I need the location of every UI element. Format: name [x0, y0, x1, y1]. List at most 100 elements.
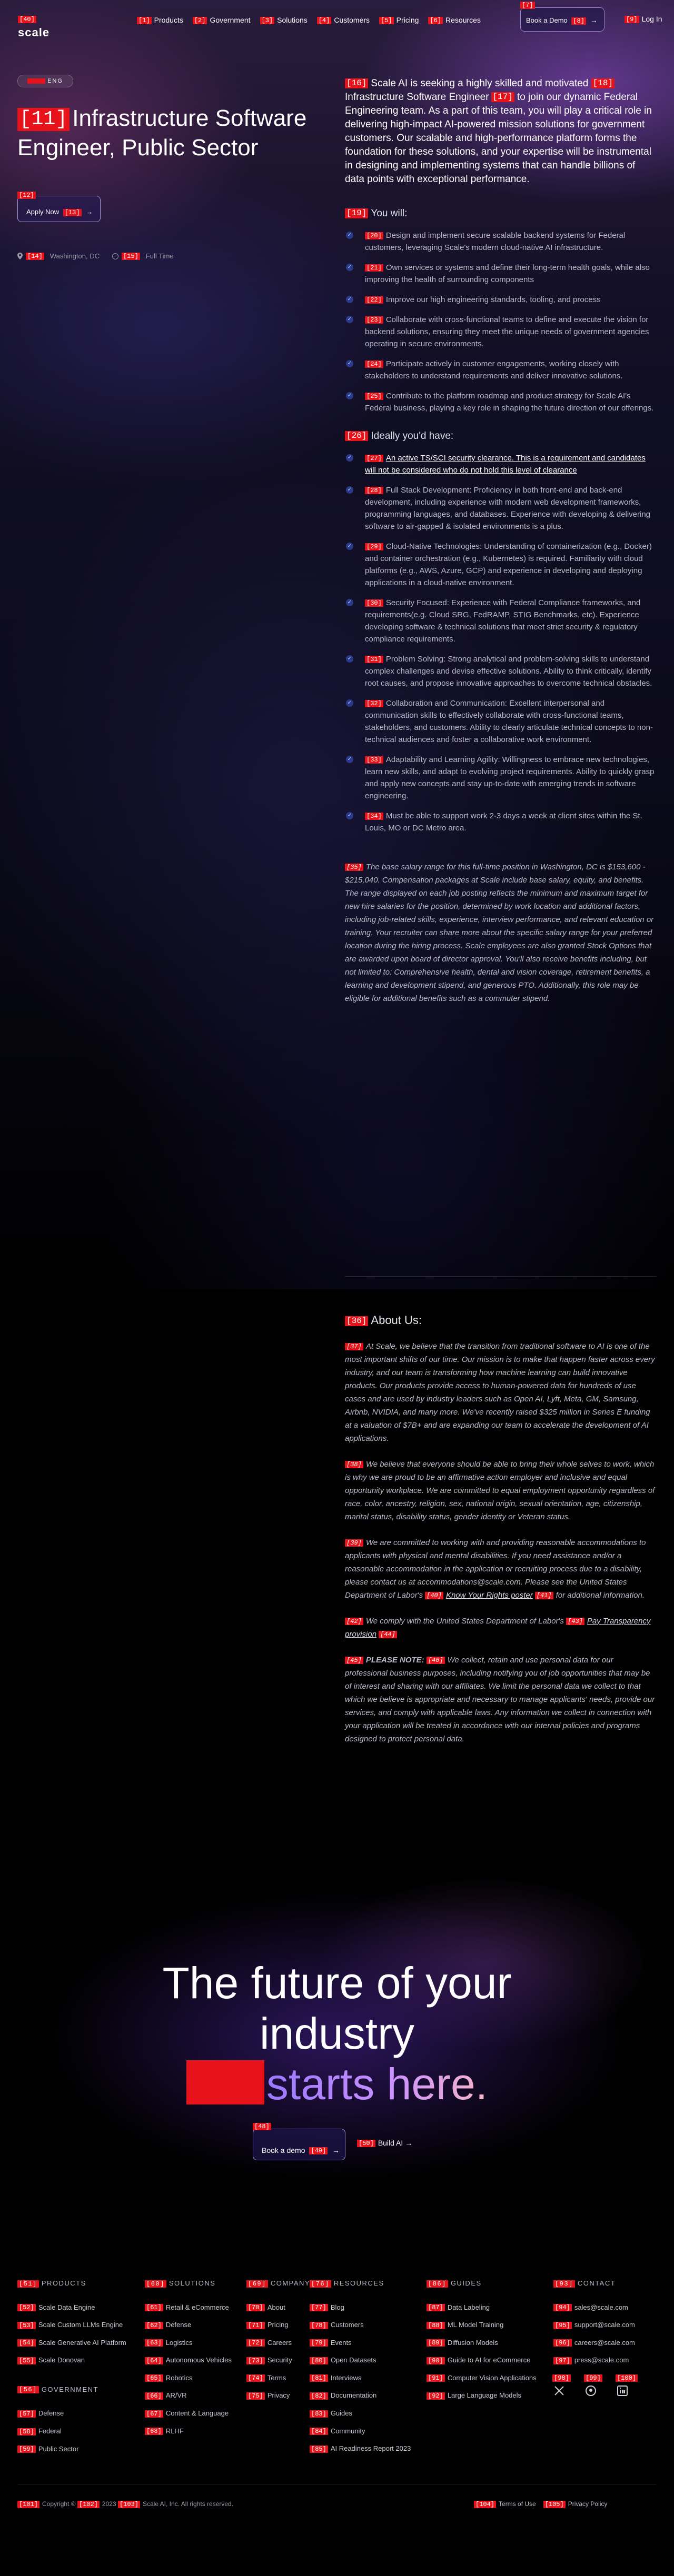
- footer-link[interactable]: [58] Federal: [17, 2427, 126, 2435]
- check-icon: ✓: [346, 232, 353, 239]
- check-icon: ✓: [346, 655, 353, 663]
- nav-government[interactable]: [2] Government: [192, 16, 251, 25]
- element-tag: [48]: [253, 2123, 271, 2130]
- element-tag: [79]: [310, 2339, 328, 2347]
- footer-link[interactable]: [81] Interviews: [310, 2374, 411, 2382]
- heading-text: PRODUCTS: [41, 2279, 86, 2287]
- link-text: Public Sector: [38, 2444, 79, 2453]
- paragraph-text: We believe that everyone should be able …: [345, 1460, 655, 1521]
- footer-link[interactable]: [63] Logistics: [145, 2339, 232, 2347]
- book-demo-button[interactable]: [7] Book a Demo [8] →: [520, 2, 604, 32]
- link-text: Scale Data Engine: [38, 2303, 95, 2311]
- login-label: Log In: [641, 15, 662, 23]
- check-icon: ✓: [346, 264, 353, 271]
- element-tag: [76]: [310, 2280, 331, 2288]
- footer-link[interactable]: [65] Robotics: [145, 2374, 232, 2382]
- footer-link[interactable]: [59] Public Sector: [17, 2445, 126, 2453]
- footer-link[interactable]: [77] Blog: [310, 2303, 411, 2312]
- nav-products[interactable]: [1] Products: [137, 16, 183, 25]
- footer-link[interactable]: [55] Scale Donovan: [17, 2356, 126, 2364]
- footer-email-link[interactable]: [95] support@scale.com: [553, 2321, 635, 2329]
- nav-customers[interactable]: [4] Customers: [316, 15, 370, 25]
- about-paragraph: [42] We comply with the United States Dep…: [345, 1615, 657, 1641]
- badge-label: ENG: [47, 78, 63, 84]
- nav-label: Customers: [334, 15, 370, 24]
- footer-link[interactable]: [78] Customers: [310, 2321, 411, 2329]
- apply-now-button[interactable]: [12] Apply Now [13] →: [17, 192, 101, 222]
- x-link[interactable]: [98]: [552, 2374, 571, 2397]
- heading-text: SOLUTIONS: [168, 2279, 216, 2287]
- element-tag: [31]: [365, 656, 383, 664]
- footer-link[interactable]: [72] Careers: [246, 2339, 310, 2347]
- x-icon: [554, 2386, 564, 2395]
- footer-link[interactable]: [92] Large Language Models: [427, 2391, 537, 2400]
- footer-link[interactable]: [88] ML Model Training: [427, 2321, 537, 2329]
- salary-text: The base salary range for this full-time…: [345, 863, 654, 1003]
- footer-link[interactable]: [54] Scale Generative AI Platform: [17, 2339, 126, 2347]
- footer-link[interactable]: [80] Open Datasets: [310, 2356, 411, 2364]
- privacy-policy-link[interactable]: [105] Privacy Policy: [543, 2500, 607, 2508]
- element-tag: [99]: [584, 2374, 602, 2382]
- footer-link[interactable]: [90] Guide to AI for eCommerce: [427, 2356, 537, 2364]
- footer-link[interactable]: [57] Defense: [17, 2409, 126, 2418]
- footer-link[interactable]: [73] Security: [246, 2356, 310, 2364]
- element-tag: [70]: [246, 2304, 265, 2312]
- footer-link[interactable]: [74] Terms: [246, 2374, 310, 2382]
- login-link[interactable]: [9] Log In: [625, 15, 662, 24]
- footer-link[interactable]: [82] Documentation: [310, 2391, 411, 2400]
- list-item-text: Own services or systems and define their…: [365, 263, 650, 284]
- link-text: careers@scale.com: [574, 2338, 635, 2347]
- element-tag: [92]: [427, 2392, 445, 2400]
- element-tag: [20]: [365, 232, 383, 240]
- element-tag: [58]: [17, 2428, 36, 2435]
- element-tag: [45]: [345, 1657, 363, 1665]
- job-type-text: Full Time: [145, 252, 174, 260]
- paragraph-text: We collect, retain and use personal data…: [345, 1656, 655, 1743]
- footer-link[interactable]: [62] Defense: [145, 2321, 232, 2329]
- github-link[interactable]: [99]: [584, 2374, 602, 2397]
- job-type: [15] Full Time: [112, 252, 174, 260]
- footer-link[interactable]: [89] Diffusion Models: [427, 2339, 537, 2347]
- footer-link[interactable]: [91] Computer Vision Applications: [427, 2374, 537, 2382]
- element-tag: [49]: [309, 2147, 328, 2155]
- footer-link[interactable]: [68] RLHF: [145, 2427, 232, 2435]
- element-tag: [52]: [17, 2304, 36, 2312]
- nav-pricing[interactable]: [5] Pricing: [379, 15, 419, 25]
- footer-link[interactable]: [52] Scale Data Engine: [17, 2303, 126, 2312]
- footer-link[interactable]: [53] Scale Custom LLMs Engine: [17, 2321, 126, 2329]
- link-text: Scale Generative AI Platform: [38, 2338, 126, 2347]
- list-item-text: Contribute to the platform roadmap and p…: [365, 392, 654, 413]
- footer-link[interactable]: [64] Autonomous Vehicles: [145, 2356, 232, 2364]
- footer-email-link[interactable]: [94] sales@scale.com: [553, 2303, 635, 2312]
- footer-link[interactable]: [70] About: [246, 2303, 310, 2312]
- footer-email-link[interactable]: [96] careers@scale.com: [553, 2339, 635, 2347]
- footer-link[interactable]: [61] Retail & eCommerce: [145, 2303, 232, 2312]
- footer-link[interactable]: [71] Pricing: [246, 2321, 310, 2329]
- nav-resources[interactable]: [6] Resources: [428, 16, 481, 25]
- element-tag: [13]: [63, 208, 82, 216]
- element-tag: [85]: [310, 2445, 328, 2453]
- nav-solutions[interactable]: [3] Solutions: [260, 16, 308, 25]
- know-your-rights-link[interactable]: Know Your Rights poster: [446, 1591, 533, 1600]
- footer-link[interactable]: [67] Content & Language: [145, 2409, 232, 2418]
- footer-link[interactable]: [83] Guides: [310, 2409, 411, 2418]
- link-text: Open Datasets: [330, 2356, 376, 2364]
- scale-logo[interactable]: [40] scale: [18, 15, 86, 39]
- terms-of-use-link[interactable]: [104] Terms of Use: [474, 2500, 536, 2508]
- linkedin-link[interactable]: [100]: [616, 2374, 638, 2397]
- footer-link[interactable]: [85] AI Readiness Report 2023: [310, 2444, 411, 2453]
- element-tag: [80]: [310, 2357, 328, 2364]
- footer-link[interactable]: [87] Data Labeling: [427, 2303, 537, 2312]
- element-tag: [73]: [246, 2357, 265, 2364]
- footer-link[interactable]: [75] Privacy: [246, 2391, 310, 2400]
- cta-build-ai-link[interactable]: [50] Build AI →: [357, 2139, 412, 2148]
- footer-link[interactable]: [66] AR/VR: [145, 2391, 232, 2400]
- footer-link[interactable]: [84] Community: [310, 2427, 411, 2435]
- about-paragraph: [38] We believe that everyone should be a…: [345, 1458, 657, 1523]
- nav-label: Pricing: [396, 15, 419, 24]
- intro-text: to join our dynamic Federal Engineering …: [345, 92, 652, 185]
- footer-link[interactable]: [79] Events: [310, 2339, 411, 2347]
- link-text: Content & Language: [165, 2409, 229, 2417]
- footer-email-link[interactable]: [97] press@scale.com: [553, 2356, 635, 2364]
- cta-book-demo-button[interactable]: [48] Book a demo [49] →: [253, 2123, 345, 2160]
